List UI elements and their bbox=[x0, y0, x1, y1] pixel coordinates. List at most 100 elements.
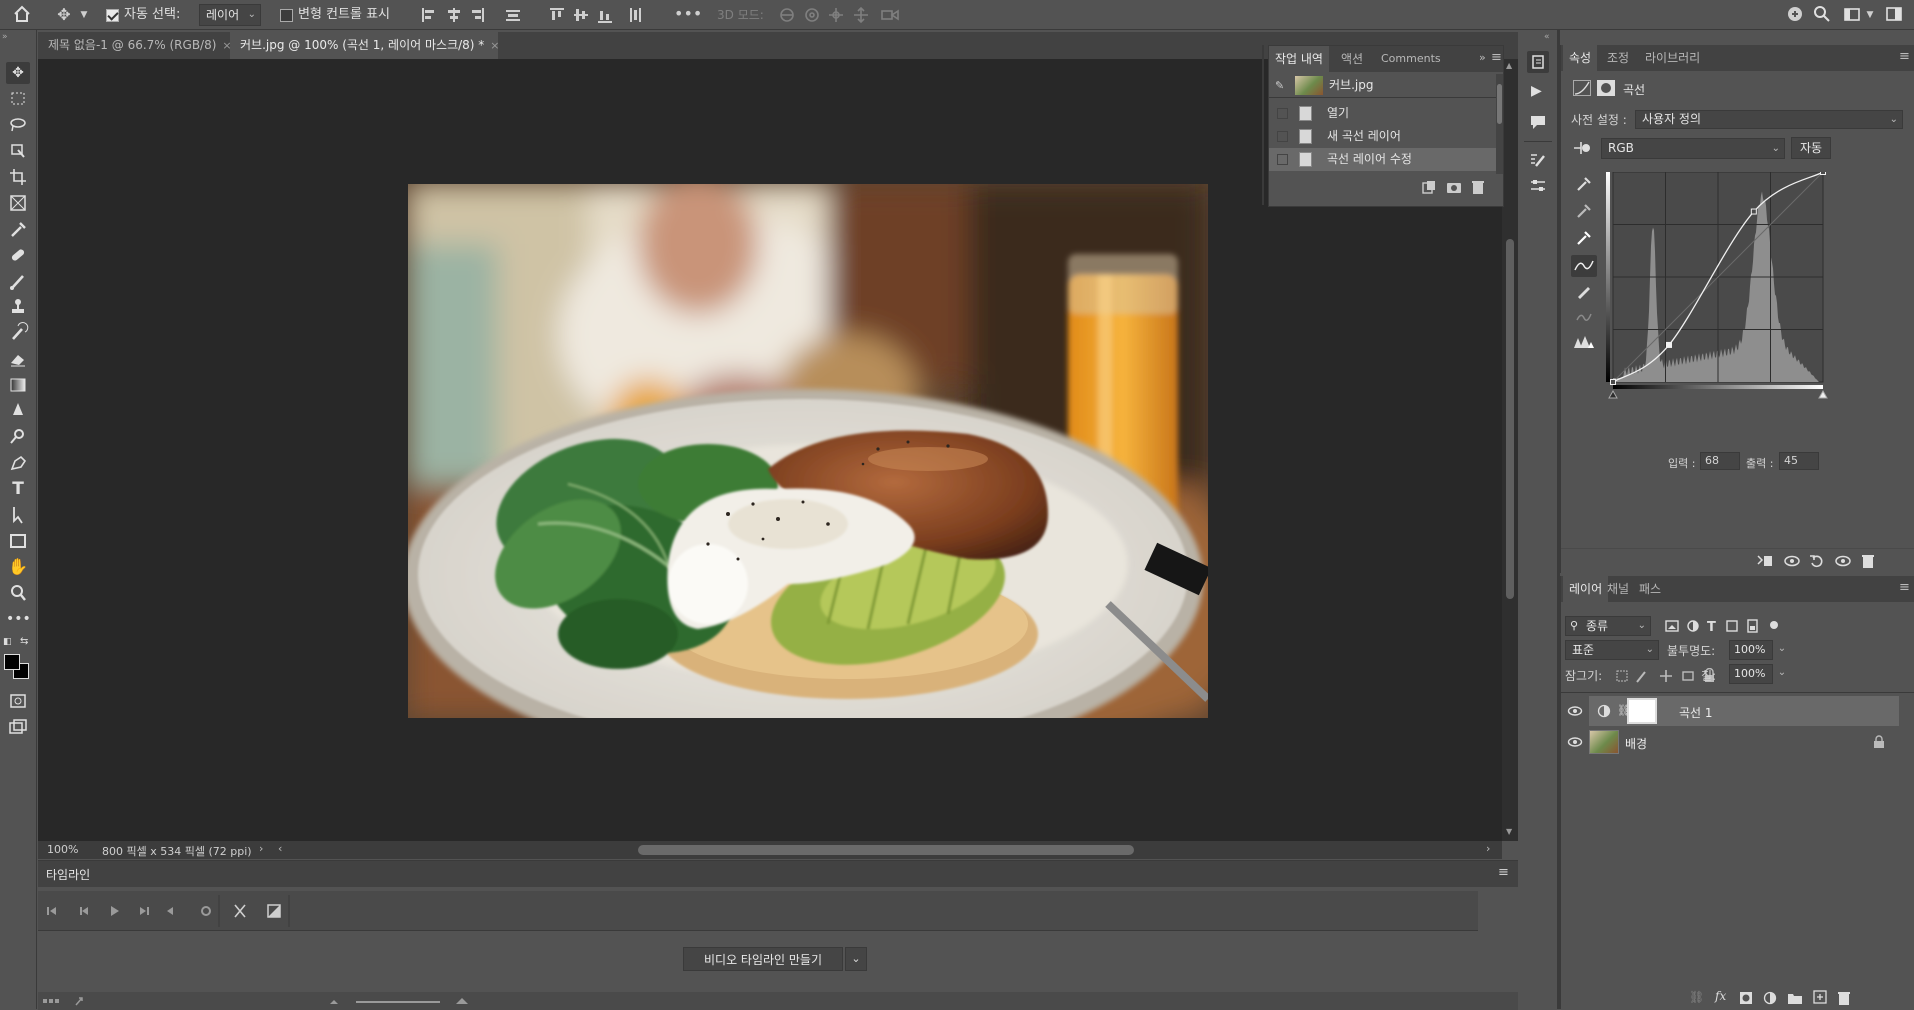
type-tool-icon[interactable]: T bbox=[6, 478, 30, 500]
tab-comments[interactable]: Comments bbox=[1375, 46, 1447, 72]
new-layer-icon[interactable] bbox=[1813, 990, 1827, 1004]
preset-dropdown[interactable]: 사용자 정의 ⌄ bbox=[1635, 110, 1903, 129]
fill-field[interactable]: 100% bbox=[1729, 664, 1773, 684]
history-brush-source-icon[interactable]: ✎ bbox=[1275, 74, 1284, 97]
panel-collapse-icon[interactable]: » bbox=[2, 32, 8, 42]
timeline-title[interactable]: 타임라인 bbox=[46, 866, 90, 883]
dodge-tool-icon[interactable] bbox=[6, 426, 30, 448]
layer-filter-dropdown[interactable]: ⚲ 종류 ⌄ bbox=[1565, 616, 1651, 636]
panel-menu-icon[interactable]: ≡ bbox=[1498, 865, 1509, 880]
opacity-field[interactable]: 100% bbox=[1729, 640, 1773, 660]
document-image[interactable] bbox=[408, 184, 1208, 718]
channel-dropdown[interactable]: RGB ⌄ bbox=[1601, 138, 1785, 159]
move-tool-icon[interactable]: ✥ bbox=[54, 5, 74, 25]
tab-channels[interactable]: 채널 bbox=[1601, 576, 1635, 602]
adjustment-sliders-icon[interactable] bbox=[1529, 177, 1547, 195]
tab-properties[interactable]: 속성 bbox=[1563, 45, 1598, 71]
tab-actions[interactable]: 액션 bbox=[1335, 46, 1369, 72]
scroll-up-icon[interactable]: ▲ bbox=[1506, 61, 1512, 70]
lock-icon[interactable] bbox=[1873, 735, 1885, 749]
scroll-right-icon[interactable]: › bbox=[1486, 842, 1490, 855]
layer-mask-icon[interactable] bbox=[1597, 80, 1615, 96]
frame-tool-icon[interactable] bbox=[6, 192, 30, 214]
workspace-dropdown-icon[interactable]: ▼ bbox=[1864, 5, 1876, 25]
rectangle-tool-icon[interactable] bbox=[6, 530, 30, 552]
targeted-adjustment-icon[interactable] bbox=[1571, 138, 1593, 158]
swap-colors-icon[interactable]: ⇆ bbox=[20, 636, 28, 647]
camera-snapshot-icon[interactable] bbox=[1446, 179, 1462, 195]
path-selection-tool-icon[interactable] bbox=[6, 504, 30, 526]
scroll-down-icon[interactable]: ▼ bbox=[1506, 827, 1512, 836]
history-panel-icon[interactable] bbox=[1527, 51, 1549, 73]
layer-name[interactable]: 곡선 1 bbox=[1679, 704, 1713, 721]
history-item[interactable]: 새 곡선 레이어 bbox=[1269, 125, 1503, 148]
trash-icon[interactable] bbox=[1861, 553, 1875, 569]
healing-brush-tool-icon[interactable] bbox=[6, 244, 30, 266]
tab-history[interactable]: 작업 내역 bbox=[1269, 46, 1329, 72]
create-video-timeline-button[interactable]: 비디오 타임라인 만들기 bbox=[683, 947, 843, 971]
horizontal-scroll-thumb[interactable] bbox=[638, 845, 1134, 855]
pencil-draw-icon[interactable] bbox=[1575, 282, 1593, 300]
zoom-tool-icon[interactable] bbox=[6, 582, 30, 604]
screen-mode-icon[interactable] bbox=[6, 716, 30, 738]
panel-layout-icon[interactable] bbox=[1884, 4, 1906, 24]
smooth-curve-icon[interactable] bbox=[1575, 308, 1593, 326]
auto-select-checkbox[interactable] bbox=[106, 9, 119, 22]
trash-icon[interactable] bbox=[1470, 179, 1486, 195]
pen-tool-icon[interactable] bbox=[6, 452, 30, 474]
scroll-left-icon[interactable]: ‹ bbox=[278, 842, 282, 855]
history-item[interactable]: 열기 bbox=[1269, 102, 1503, 125]
gray-point-eyedropper-icon[interactable] bbox=[1575, 202, 1593, 220]
home-icon[interactable] bbox=[12, 4, 36, 24]
opacity-slider-toggle[interactable]: ⌄ bbox=[1775, 640, 1789, 660]
history-item-selected[interactable]: 곡선 레이어 수정 bbox=[1269, 148, 1503, 171]
more-tools-icon[interactable]: ••• bbox=[6, 608, 31, 630]
timeline-dropdown-button[interactable]: ⌄ bbox=[845, 947, 867, 971]
collapse-left-icon[interactable]: « bbox=[1544, 32, 1550, 42]
quick-mask-icon[interactable] bbox=[6, 690, 30, 712]
more-options-icon[interactable]: ••• bbox=[674, 4, 702, 24]
curves-graph-svg[interactable] bbox=[1606, 172, 1864, 478]
default-colors-icon[interactable]: ◧ bbox=[3, 637, 12, 647]
input-field[interactable]: 68 bbox=[1700, 452, 1740, 470]
status-menu-icon[interactable]: › bbox=[259, 842, 263, 855]
output-field[interactable]: 45 bbox=[1779, 452, 1819, 470]
blend-mode-dropdown[interactable]: 표준 ⌄ bbox=[1565, 640, 1659, 660]
panel-menu-icon[interactable]: ≡ bbox=[1491, 50, 1502, 65]
blur-tool-icon[interactable] bbox=[6, 400, 30, 422]
marquee-tool-icon[interactable] bbox=[6, 88, 30, 110]
fill-slider-toggle[interactable]: ⌄ bbox=[1775, 664, 1789, 684]
eyedropper-tool-icon[interactable] bbox=[6, 218, 30, 240]
history-brush-tool-icon[interactable] bbox=[6, 322, 30, 344]
clone-stamp-tool-icon[interactable] bbox=[6, 296, 30, 318]
move-tool-icon[interactable]: ✥ bbox=[6, 62, 30, 84]
clip-to-layer-icon[interactable] bbox=[1756, 554, 1774, 568]
brush-settings-icon[interactable] bbox=[1529, 151, 1547, 169]
layer-row-curves-1[interactable]: ⛓ 곡선 1 bbox=[1561, 696, 1899, 726]
tool-preset-dropdown-icon[interactable]: ▼ bbox=[78, 5, 90, 25]
expand-panels-icon[interactable]: » bbox=[1479, 51, 1486, 64]
share-icon[interactable] bbox=[1785, 4, 1807, 24]
object-select-tool-icon[interactable] bbox=[6, 140, 30, 162]
tab-libraries[interactable]: 라이브러리 bbox=[1639, 45, 1706, 71]
create-document-from-state-icon[interactable] bbox=[1421, 179, 1437, 195]
history-snapshot-row[interactable]: ✎ 커브.jpg bbox=[1269, 74, 1503, 97]
panel-menu-icon[interactable]: ≡ bbox=[1899, 49, 1910, 64]
layer-row-background[interactable]: 배경 bbox=[1561, 727, 1899, 757]
workspace-icon[interactable] bbox=[1842, 4, 1864, 24]
new-adjustment-layer-icon[interactable] bbox=[1763, 991, 1777, 1005]
foreground-color-swatch[interactable] bbox=[4, 654, 20, 670]
hand-tool-icon[interactable]: ✋ bbox=[6, 556, 30, 578]
trash-icon[interactable] bbox=[1837, 990, 1851, 1006]
actions-panel-icon[interactable]: ▶ bbox=[1531, 83, 1542, 99]
close-icon[interactable]: × bbox=[490, 39, 499, 52]
black-point-eyedropper-icon[interactable] bbox=[1575, 175, 1593, 193]
layer-visibility-eye-icon[interactable] bbox=[1567, 735, 1583, 749]
history-scrollbar[interactable] bbox=[1496, 74, 1503, 174]
scroll-thumb[interactable] bbox=[1506, 239, 1514, 599]
add-mask-icon[interactable] bbox=[1739, 991, 1753, 1005]
reset-icon[interactable] bbox=[1809, 553, 1825, 569]
view-previous-state-icon[interactable] bbox=[1783, 554, 1801, 568]
curves-graph[interactable] bbox=[1606, 172, 1864, 478]
white-point-eyedropper-icon[interactable] bbox=[1575, 229, 1593, 247]
